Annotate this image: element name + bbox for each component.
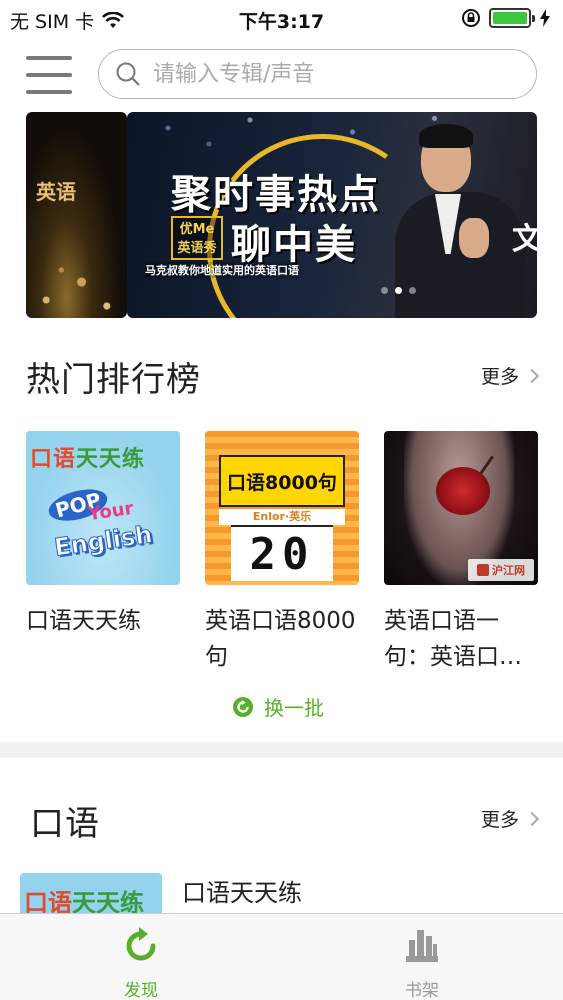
search-icon bbox=[116, 62, 140, 86]
discover-refresh-icon bbox=[126, 927, 156, 961]
chevron-right-icon bbox=[524, 811, 540, 826]
tab-label: 发现 bbox=[124, 981, 158, 1000]
refresh-icon bbox=[233, 696, 253, 717]
search-input[interactable] bbox=[153, 61, 513, 87]
tab-bar: 发现 书架 bbox=[0, 913, 563, 1000]
header bbox=[0, 38, 563, 112]
album-title: 口语天天练 bbox=[182, 879, 302, 907]
tab-bookshelf[interactable]: 书架 bbox=[352, 914, 492, 1000]
oral-more-link[interactable]: 更多 bbox=[481, 805, 540, 832]
banner-prev-slide[interactable]: 英语 bbox=[26, 112, 127, 318]
bookshelf-icon bbox=[406, 930, 438, 962]
banner-prev-label: 英语 bbox=[36, 180, 76, 204]
battery-icon bbox=[489, 8, 535, 28]
hujiang-logo: 沪江网 bbox=[468, 559, 534, 581]
tab-discover[interactable]: 发现 bbox=[71, 914, 211, 1000]
hot-section-title: 热门排行榜 bbox=[26, 360, 201, 400]
oral-section-title: 口语 bbox=[30, 804, 100, 844]
section-divider bbox=[0, 742, 563, 758]
refresh-label: 换一批 bbox=[264, 696, 324, 720]
hot-item-card[interactable]: 沪江网 英语口语一句：英语口… bbox=[384, 431, 538, 675]
search-bar[interactable] bbox=[98, 49, 537, 99]
banner-next-text: 文 bbox=[512, 222, 542, 257]
chevron-right-icon bbox=[524, 368, 540, 383]
banner-carousel[interactable]: 英语 聚时事热点 优Me 英语秀 聊中美 马克叔教你地道实用的英语口语 文 bbox=[0, 112, 563, 318]
banner-dot bbox=[409, 287, 416, 294]
refresh-batch-button[interactable]: 换一批 bbox=[232, 692, 324, 721]
album-title: 英语口语一句：英语口… bbox=[384, 608, 522, 670]
album-cover: 口语天天练 bbox=[20, 873, 162, 913]
hot-more-link[interactable]: 更多 bbox=[481, 362, 540, 389]
hot-item-card[interactable]: 口语8000句 Enlor·英乐 20 英语口语8000句 bbox=[205, 431, 359, 675]
banner-badge: 优Me 英语秀 bbox=[171, 216, 223, 260]
rotation-lock-icon bbox=[462, 9, 480, 27]
hamburger-menu-icon[interactable] bbox=[26, 55, 72, 95]
list-item[interactable]: 口语天天练 口语天天练 bbox=[20, 873, 543, 913]
banner-dot-active bbox=[395, 287, 402, 294]
album-title: 口语天天练 bbox=[26, 608, 141, 634]
status-bar: 无 SIM 卡 下午3:17 bbox=[0, 0, 563, 38]
album-cover: 口语8000句 Enlor·英乐 20 bbox=[205, 431, 359, 585]
banner-page-indicator bbox=[381, 287, 416, 294]
album-cover: 口语天天练 POP Your English bbox=[26, 431, 180, 585]
album-title: 英语口语8000句 bbox=[205, 608, 356, 670]
battery-fill bbox=[493, 12, 527, 24]
album-cover: 沪江网 bbox=[384, 431, 538, 585]
banner-main-slide[interactable]: 聚时事热点 优Me 英语秀 聊中美 马克叔教你地道实用的英语口语 bbox=[127, 112, 537, 318]
status-right bbox=[461, 8, 551, 28]
tab-label: 书架 bbox=[405, 981, 439, 1000]
charging-bolt-icon bbox=[540, 9, 550, 27]
banner-subtitle: 马克叔教你地道实用的英语口语 bbox=[145, 262, 299, 278]
banner-host-photo bbox=[395, 122, 525, 318]
hot-item-card[interactable]: 口语天天练 POP Your English 口语天天练 bbox=[26, 431, 180, 639]
banner-dot bbox=[381, 287, 388, 294]
